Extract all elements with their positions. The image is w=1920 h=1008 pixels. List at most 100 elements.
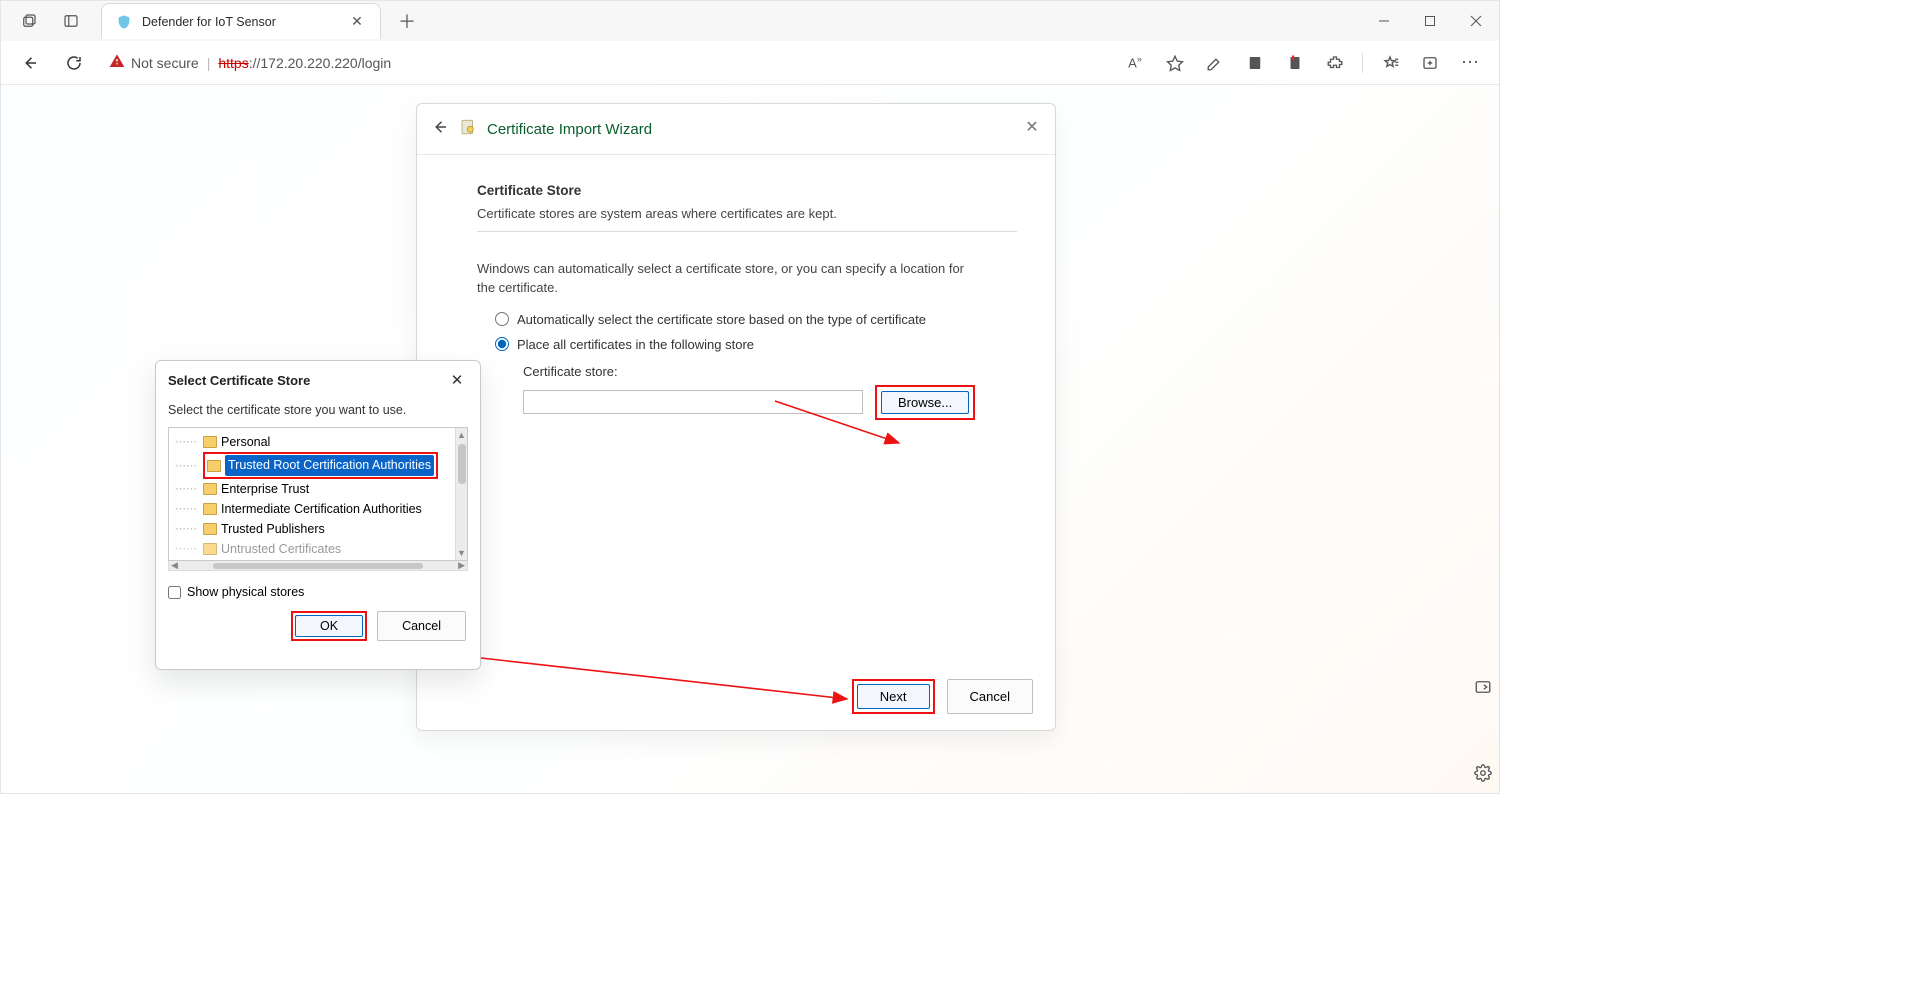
option-place-row[interactable]: Place all certificates in the following …	[495, 337, 1015, 352]
scroll-down-arrow-icon[interactable]: ▼	[457, 548, 466, 558]
back-button[interactable]	[13, 46, 47, 80]
tree-item-untrusted[interactable]: ⋯⋯Untrusted Certificates	[175, 539, 455, 559]
address-separator: |	[207, 55, 211, 71]
selcert-prompt: Select the certificate store you want to…	[156, 399, 480, 427]
folder-icon	[203, 543, 217, 555]
radio-auto[interactable]	[495, 312, 509, 326]
sidebar-open-icon[interactable]	[1473, 677, 1493, 697]
certificate-store-row: Browse...	[523, 385, 1015, 420]
cert-store-tree: ⋯⋯Personal ⋯⋯Trusted Root Certification …	[168, 427, 468, 561]
window-close-button[interactable]	[1453, 1, 1499, 41]
url-path: ://172.20.220.220/login	[249, 55, 391, 71]
ok-emphasis-box: OK	[291, 611, 367, 641]
tab-close-icon[interactable]: ✕	[348, 13, 366, 30]
show-physical-stores-checkbox[interactable]	[168, 586, 181, 599]
toolbar-right-icons: A» ⋯	[1118, 46, 1487, 80]
selcert-close-icon[interactable]: ✕	[446, 371, 468, 389]
browse-emphasis-box: Browse...	[875, 385, 975, 420]
browser-toolbar: Not secure | https://172.20.220.220/logi…	[1, 41, 1499, 85]
maximize-button[interactable]	[1407, 1, 1453, 41]
wizard-cancel-button[interactable]: Cancel	[947, 679, 1033, 714]
selected-emphasis-box: Trusted Root Certification Authorities	[203, 452, 438, 479]
tree-item-label: Trusted Publishers	[221, 519, 325, 539]
tab-actions-icon[interactable]	[53, 3, 89, 39]
scroll-left-arrow-icon[interactable]: ◀	[171, 560, 178, 571]
tree-vertical-scrollbar[interactable]: ▲ ▼	[455, 428, 467, 560]
wizard-heading: Certificate Store	[477, 183, 1015, 198]
settings-gear-icon[interactable]	[1473, 763, 1493, 783]
titlebar-left: Defender for IoT Sensor ✕ ＋	[1, 3, 423, 39]
wizard-header: Certificate Import Wizard	[417, 104, 1055, 155]
scroll-up-arrow-icon[interactable]: ▲	[457, 430, 466, 440]
wizard-title: Certificate Import Wizard	[487, 121, 652, 138]
radio-place[interactable]	[495, 337, 509, 351]
folder-icon	[203, 503, 217, 515]
url-text: https://172.20.220.220/login	[218, 55, 391, 71]
radio-place-label: Place all certificates in the following …	[517, 337, 754, 352]
browser-tab[interactable]: Defender for IoT Sensor ✕	[101, 3, 381, 39]
collections-book-icon[interactable]	[1238, 46, 1272, 80]
tab-favicon-shield-icon	[116, 14, 132, 30]
tree-horizontal-scrollbar[interactable]: ◀ ▶	[168, 561, 468, 571]
folder-icon	[203, 483, 217, 495]
window-controls	[1361, 1, 1499, 41]
tree-item-label: Personal	[221, 432, 270, 452]
wizard-intro-text: Windows can automatically select a certi…	[477, 260, 977, 298]
wizard-back-icon[interactable]	[431, 118, 449, 140]
tree-item-label: Untrusted Certificates	[221, 539, 341, 559]
tree-item-label-selected: Trusted Root Certification Authorities	[225, 455, 434, 476]
read-aloud-icon[interactable]: A»	[1118, 46, 1152, 80]
tree-item-enterprise-trust[interactable]: ⋯⋯Enterprise Trust	[175, 479, 455, 499]
security-warning: Not secure	[109, 53, 199, 72]
title-bar: Defender for IoT Sensor ✕ ＋	[1, 1, 1499, 41]
scroll-thumb[interactable]	[458, 444, 466, 484]
selcert-footer: OK Cancel	[156, 599, 480, 641]
extensions-puzzle-icon[interactable]	[1318, 46, 1352, 80]
selcert-title: Select Certificate Store	[168, 373, 310, 388]
wizard-options: Automatically select the certificate sto…	[495, 312, 1015, 420]
show-physical-stores-label: Show physical stores	[187, 585, 304, 599]
new-tab-button[interactable]: ＋	[391, 5, 423, 37]
certificate-import-wizard-dialog: ✕ Certificate Import Wizard Certificate …	[416, 103, 1056, 731]
browser-window: Defender for IoT Sensor ✕ ＋ Not secure	[0, 0, 1500, 794]
scroll-thumb-h[interactable]	[213, 563, 423, 569]
browse-button[interactable]: Browse...	[881, 391, 969, 414]
ok-button[interactable]: OK	[295, 615, 363, 637]
page-viewport: ✕ Certificate Import Wizard Certificate …	[1, 85, 1499, 793]
select-certificate-store-dialog: Select Certificate Store ✕ Select the ce…	[155, 360, 481, 670]
refresh-button[interactable]	[57, 46, 91, 80]
reading-list-icon[interactable]	[1278, 46, 1312, 80]
tree-item-intermediate[interactable]: ⋯⋯Intermediate Certification Authorities	[175, 499, 455, 519]
selcert-cancel-button[interactable]: Cancel	[377, 611, 466, 641]
wizard-close-icon[interactable]: ✕	[1021, 116, 1043, 138]
favorites-star-icon[interactable]	[1158, 46, 1192, 80]
tree-item-trusted-publishers[interactable]: ⋯⋯Trusted Publishers	[175, 519, 455, 539]
tree-item-trusted-root[interactable]: ⋯⋯Trusted Root Certification Authorities	[175, 452, 455, 479]
next-button[interactable]: Next	[857, 684, 930, 709]
address-bar[interactable]: Not secure | https://172.20.220.220/logi…	[101, 53, 1108, 72]
not-secure-label: Not secure	[131, 55, 199, 71]
toolbar-separator	[1362, 53, 1363, 73]
warning-triangle-icon	[109, 53, 125, 72]
favorites-list-icon[interactable]	[1373, 46, 1407, 80]
more-menu-icon[interactable]: ⋯	[1453, 46, 1487, 80]
show-physical-stores-row[interactable]: Show physical stores	[168, 585, 468, 599]
folder-icon	[207, 460, 221, 472]
cert-store-tree-inner[interactable]: ⋯⋯Personal ⋯⋯Trusted Root Certification …	[169, 428, 455, 560]
folder-icon	[203, 523, 217, 535]
tab-title: Defender for IoT Sensor	[142, 15, 338, 29]
selcert-header: Select Certificate Store ✕	[156, 361, 480, 399]
minimize-button[interactable]	[1361, 1, 1407, 41]
tree-item-personal[interactable]: ⋯⋯Personal	[175, 432, 455, 452]
wizard-body: Certificate Store Certificate stores are…	[417, 155, 1055, 420]
workspaces-icon[interactable]	[11, 3, 47, 39]
scroll-right-arrow-icon[interactable]: ▶	[458, 560, 465, 571]
certificate-store-input[interactable]	[523, 390, 863, 414]
edit-pencil-icon[interactable]	[1198, 46, 1232, 80]
wizard-cert-icon	[459, 118, 477, 140]
option-auto-row[interactable]: Automatically select the certificate sto…	[495, 312, 1015, 327]
tree-item-label: Intermediate Certification Authorities	[221, 499, 422, 519]
url-protocol-struck: https	[218, 55, 248, 71]
sidebar-rail-bottom	[1473, 677, 1493, 783]
app-guard-icon[interactable]	[1413, 46, 1447, 80]
